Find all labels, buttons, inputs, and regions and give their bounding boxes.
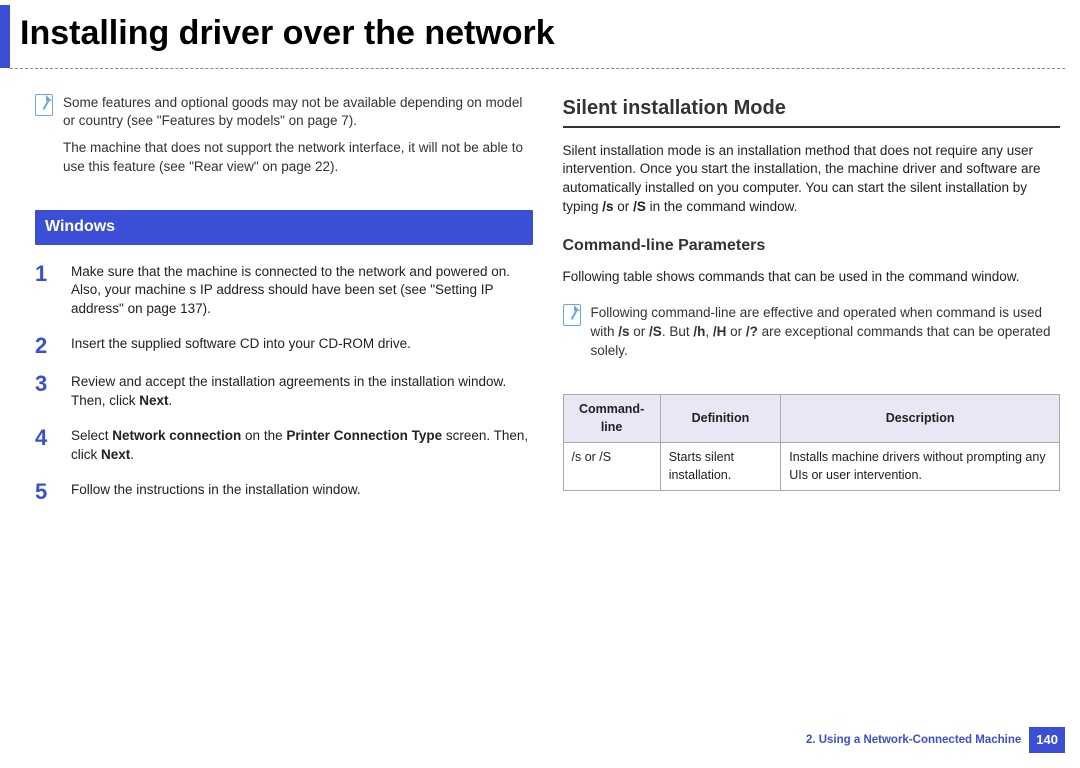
note-text: Some features and optional goods may not… bbox=[63, 94, 533, 186]
note-icon bbox=[35, 94, 53, 116]
text: . bbox=[130, 447, 134, 462]
text: . But bbox=[662, 324, 694, 339]
step-number: 3 bbox=[35, 373, 53, 411]
note-block: Some features and optional goods may not… bbox=[35, 94, 533, 186]
step-number: 5 bbox=[35, 481, 53, 503]
title-underline bbox=[10, 68, 1065, 69]
note-text: Following command-line are effective and… bbox=[591, 304, 1061, 369]
command-line-paragraph: Following table shows commands that can … bbox=[563, 268, 1061, 287]
bold-s: /s bbox=[602, 199, 613, 214]
note-para-1: Some features and optional goods may not… bbox=[63, 94, 533, 132]
note-para: Following command-line are effective and… bbox=[591, 304, 1061, 361]
footer: 2. Using a Network-Connected Machine 140 bbox=[806, 727, 1065, 753]
text: or bbox=[630, 324, 650, 339]
th-description: Description bbox=[781, 395, 1060, 443]
step-number: 2 bbox=[35, 335, 53, 357]
step-text: Select Network connection on the Printer… bbox=[71, 427, 533, 465]
note-block: Following command-line are effective and… bbox=[563, 304, 1061, 369]
bold-next: Next bbox=[139, 393, 168, 408]
step-item: 5 Follow the instructions in the install… bbox=[35, 481, 533, 503]
footer-chapter: 2. Using a Network-Connected Machine bbox=[806, 732, 1021, 748]
section-heading-windows: Windows bbox=[35, 210, 533, 244]
text: Review and accept the installation agree… bbox=[71, 374, 506, 408]
bold-network-connection: Network connection bbox=[112, 428, 241, 443]
command-table: Command- line Definition Description /s … bbox=[563, 394, 1061, 491]
bold-h: /h bbox=[693, 324, 705, 339]
text: Select bbox=[71, 428, 112, 443]
bold-question: /? bbox=[746, 324, 758, 339]
th-definition: Definition bbox=[660, 395, 781, 443]
content-columns: Some features and optional goods may not… bbox=[0, 94, 1080, 519]
step-text: Review and accept the installation agree… bbox=[71, 373, 533, 411]
step-text: Make sure that the machine is connected … bbox=[71, 263, 533, 320]
text: , bbox=[705, 324, 713, 339]
bold-next: Next bbox=[101, 447, 130, 462]
step-number: 4 bbox=[35, 427, 53, 465]
left-column: Some features and optional goods may not… bbox=[35, 94, 533, 519]
page-title: Installing driver over the network bbox=[20, 5, 1080, 68]
table-header-row: Command- line Definition Description bbox=[563, 395, 1060, 443]
step-item: 3 Review and accept the installation agr… bbox=[35, 373, 533, 411]
td-command: /s or /S bbox=[563, 443, 660, 491]
heading-command-line-params: Command-line Parameters bbox=[563, 235, 1061, 257]
note-para-2: The machine that does not support the ne… bbox=[63, 139, 533, 177]
right-column: Silent installation Mode Silent installa… bbox=[563, 94, 1061, 519]
footer-page-number: 140 bbox=[1029, 727, 1065, 753]
step-text: Follow the instructions in the installat… bbox=[71, 481, 361, 503]
step-item: 4 Select Network connection on the Print… bbox=[35, 427, 533, 465]
bold-S: /S bbox=[649, 324, 662, 339]
bold-s: /s bbox=[618, 324, 629, 339]
bold-printer-connection-type: Printer Connection Type bbox=[286, 428, 442, 443]
step-number: 1 bbox=[35, 263, 53, 320]
text: on the bbox=[241, 428, 286, 443]
td-definition: Starts silent installation. bbox=[660, 443, 781, 491]
silent-mode-paragraph: Silent installation mode is an installat… bbox=[563, 142, 1061, 218]
text: or bbox=[726, 324, 746, 339]
step-item: 2 Insert the supplied software CD into y… bbox=[35, 335, 533, 357]
step-item: 1 Make sure that the machine is connecte… bbox=[35, 263, 533, 320]
table-row: /s or /S Starts silent installation. Ins… bbox=[563, 443, 1060, 491]
text: . bbox=[169, 393, 173, 408]
step-text: Insert the supplied software CD into you… bbox=[71, 335, 411, 357]
steps-list: 1 Make sure that the machine is connecte… bbox=[35, 263, 533, 503]
text: or bbox=[614, 199, 634, 214]
note-icon bbox=[563, 304, 581, 326]
td-description: Installs machine drivers without prompti… bbox=[781, 443, 1060, 491]
bold-H: /H bbox=[713, 324, 727, 339]
title-bar: Installing driver over the network bbox=[0, 5, 1080, 68]
text: in the command window. bbox=[646, 199, 798, 214]
th-command-line: Command- line bbox=[563, 395, 660, 443]
bold-S: /S bbox=[633, 199, 646, 214]
heading-silent-mode: Silent installation Mode bbox=[563, 94, 1061, 128]
